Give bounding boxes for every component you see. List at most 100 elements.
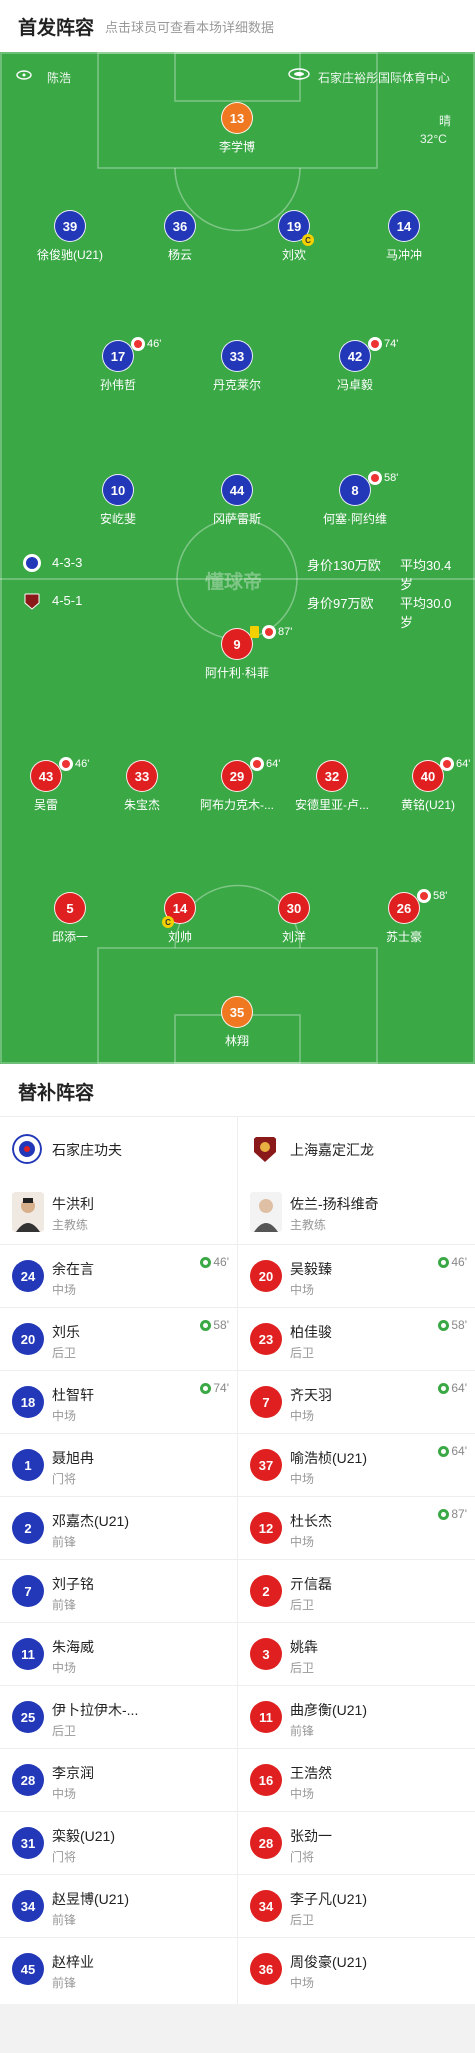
home-goalkeeper[interactable]: 13 李学博 bbox=[177, 102, 297, 162]
player-name: 刘子铭 bbox=[52, 1576, 94, 1592]
sub-player-row[interactable]: 18 杜智轩 中场 74' bbox=[0, 1370, 237, 1433]
sub-player-row[interactable]: 1 聂旭冉 门将 bbox=[0, 1433, 237, 1496]
sub-minute: 58' bbox=[384, 472, 399, 484]
player-number: 42 bbox=[339, 340, 371, 372]
sub-minute: 46' bbox=[451, 1255, 467, 1269]
sub-minute: 58' bbox=[451, 1318, 467, 1332]
sub-player-row[interactable]: 31 栾毅(U21) 门将 bbox=[0, 1811, 237, 1874]
sub-player-row[interactable]: 11 朱海威 中场 bbox=[0, 1622, 237, 1685]
sub-player-row[interactable]: 7 齐天羽 中场 64' bbox=[238, 1370, 475, 1433]
sub-minute: 46' bbox=[147, 338, 162, 350]
sub-off-icon bbox=[368, 471, 382, 485]
player-name: 吴毅臻 bbox=[290, 1261, 332, 1277]
coach-role: 主教练 bbox=[52, 1218, 89, 1232]
player-name: 徐俊驰(U21) bbox=[36, 248, 103, 262]
home-forward-1[interactable]: 10 安屹斐 bbox=[58, 474, 178, 534]
sub-player-row[interactable]: 24 余在言 中场 46' bbox=[0, 1244, 237, 1307]
sub-player-row[interactable]: 20 吴毅臻 中场 46' bbox=[238, 1244, 475, 1307]
away-defender-4[interactable]: 26 58' 苏士豪 bbox=[344, 889, 464, 952]
away-team-row[interactable]: 上海嘉定汇龙 bbox=[238, 1116, 475, 1180]
home-forward-3[interactable]: 8 58' 何塞·阿约维 bbox=[295, 471, 415, 534]
player-position: 门将 bbox=[290, 1850, 315, 1864]
sub-player-row[interactable]: 3 姚犇 后卫 bbox=[238, 1622, 475, 1685]
sub-player-row[interactable]: 23 柏佳骏 后卫 58' bbox=[238, 1307, 475, 1370]
player-number: 17 bbox=[102, 340, 134, 372]
player-number: 35 bbox=[221, 996, 253, 1028]
sub-player-row[interactable]: 34 李子凡(U21) 后卫 bbox=[238, 1874, 475, 1937]
home-defender-3[interactable]: 19 C 刘欢 bbox=[234, 210, 354, 270]
away-midfielder-5[interactable]: 40 64' 黄铭(U21) bbox=[368, 757, 475, 820]
player-position: 前锋 bbox=[52, 1598, 77, 1612]
sub-player-row[interactable]: 37 喻浩桢(U21) 中场 64' bbox=[238, 1433, 475, 1496]
player-number: 11 bbox=[250, 1701, 282, 1733]
sub-player-row[interactable]: 36 周俊豪(U21) 中场 bbox=[238, 1937, 475, 2000]
away-forward-1[interactable]: 9 87' 阿什利·科菲 bbox=[177, 625, 297, 688]
player-number: 11 bbox=[12, 1638, 44, 1670]
home-midfielder-2[interactable]: 33 丹克莱尔 bbox=[177, 340, 297, 400]
sub-off-icon bbox=[417, 889, 431, 903]
player-number: 28 bbox=[250, 1827, 282, 1859]
player-number: 14 bbox=[388, 210, 420, 242]
player-position: 后卫 bbox=[290, 1346, 315, 1360]
away-defender-1[interactable]: 5 邱添一 bbox=[10, 892, 130, 952]
away-goalkeeper[interactable]: 35 林翔 bbox=[177, 996, 297, 1056]
player-number: 9 bbox=[221, 628, 253, 660]
sub-player-row[interactable]: 2 邓嘉杰(U21) 前锋 bbox=[0, 1496, 237, 1559]
away-formation-row: 4-5-1 身价97万欧 平均30.0岁 bbox=[22, 590, 462, 630]
home-midfielder-3[interactable]: 42 74' 冯卓毅 bbox=[295, 337, 415, 400]
sub-minute: 64' bbox=[456, 758, 471, 770]
player-name: 聂旭冉 bbox=[52, 1450, 94, 1466]
sub-player-row[interactable]: 16 王浩然 中场 bbox=[238, 1748, 475, 1811]
sub-player-row[interactable]: 2 亓信磊 后卫 bbox=[238, 1559, 475, 1622]
sub-on-icon bbox=[438, 1508, 450, 1520]
sub-on-marker: 58' bbox=[438, 1318, 467, 1332]
home-coach-row[interactable]: 牛洪利 主教练 bbox=[0, 1180, 237, 1244]
player-number: 25 bbox=[12, 1701, 44, 1733]
sub-on-icon bbox=[438, 1319, 450, 1331]
player-position: 中场 bbox=[52, 1283, 77, 1297]
away-coach-row[interactable]: 佐兰-扬科维奇 主教练 bbox=[238, 1180, 475, 1244]
home-defender-2[interactable]: 36 杨云 bbox=[120, 210, 240, 270]
sub-player-row[interactable]: 12 杜长杰 中场 87' bbox=[238, 1496, 475, 1559]
sub-player-row[interactable]: 25 伊卜拉伊木-... 后卫 bbox=[0, 1685, 237, 1748]
sub-player-row[interactable]: 28 李京润 中场 bbox=[0, 1748, 237, 1811]
home-forward-2[interactable]: 44 冈萨雷斯 bbox=[177, 474, 297, 534]
player-number: 24 bbox=[12, 1260, 44, 1292]
sub-minute: 64' bbox=[451, 1444, 467, 1458]
sub-on-marker: 58' bbox=[200, 1318, 229, 1332]
home-team-row[interactable]: 石家庄功夫 bbox=[0, 1116, 237, 1180]
home-formation-row: 4-3-3 身价130万欧 平均30.4岁 bbox=[22, 552, 462, 592]
sub-player-row[interactable]: 11 曲彦衡(U21) 前锋 bbox=[238, 1685, 475, 1748]
player-name: 黄铭(U21) bbox=[400, 798, 455, 812]
sub-off-icon bbox=[131, 337, 145, 351]
player-position: 中场 bbox=[290, 1976, 315, 1990]
sub-on-marker: 46' bbox=[200, 1255, 229, 1269]
player-name: 苏士豪 bbox=[385, 930, 422, 944]
player-name: 赵昱博(U21) bbox=[52, 1891, 130, 1907]
sub-off-marker: 58' bbox=[368, 471, 398, 485]
home-midfielder-1[interactable]: 17 46' 孙伟哲 bbox=[58, 337, 178, 400]
sub-player-row[interactable]: 28 张劲一 门将 bbox=[238, 1811, 475, 1874]
sub-on-icon bbox=[438, 1445, 450, 1457]
player-number: 30 bbox=[278, 892, 310, 924]
player-number: 2 bbox=[250, 1575, 282, 1607]
lineup-header: 首发阵容 点击球员可查看本场详细数据 bbox=[0, 0, 475, 52]
home-defender-4[interactable]: 14 马冲冲 bbox=[344, 210, 464, 270]
sub-player-row[interactable]: 20 刘乐 后卫 58' bbox=[0, 1307, 237, 1370]
player-number: 33 bbox=[126, 760, 158, 792]
sub-on-icon bbox=[438, 1382, 450, 1394]
player-name: 安屹斐 bbox=[99, 512, 136, 526]
player-number: 7 bbox=[12, 1575, 44, 1607]
home-defender-1[interactable]: 39 徐俊驰(U21) bbox=[10, 210, 130, 270]
away-defender-3[interactable]: 30 刘洋 bbox=[234, 892, 354, 952]
player-name: 喻浩桢(U21) bbox=[290, 1450, 368, 1466]
player-position: 中场 bbox=[290, 1409, 315, 1423]
sub-player-row[interactable]: 7 刘子铭前锋 bbox=[0, 1559, 237, 1622]
player-name: 李学博 bbox=[218, 140, 255, 154]
away-crest-icon bbox=[24, 593, 40, 610]
sub-minute: 74' bbox=[384, 338, 399, 350]
sub-player-row[interactable]: 45 赵梓业 前锋 bbox=[0, 1937, 237, 2000]
away-defender-2[interactable]: 14 C 刘帅 bbox=[120, 892, 240, 952]
sub-player-row[interactable]: 34 赵昱博(U21) 前锋 bbox=[0, 1874, 237, 1937]
player-name: 李子凡(U21) bbox=[290, 1891, 368, 1907]
